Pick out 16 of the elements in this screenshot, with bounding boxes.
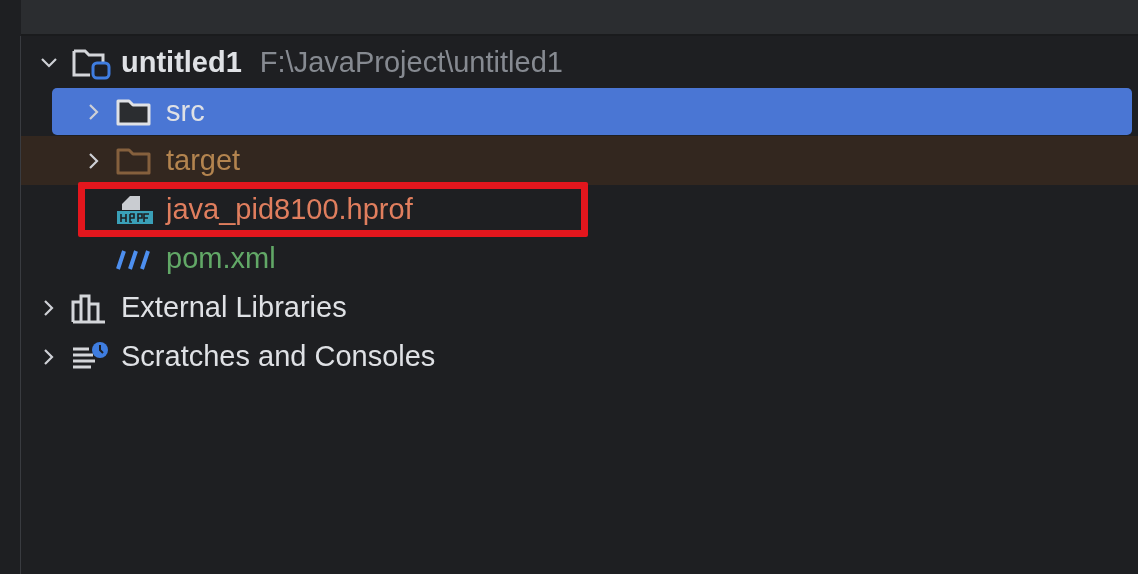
excluded-row[interactable]: target <box>21 136 1138 185</box>
node-name: Scratches and Consoles <box>121 340 436 373</box>
project-name: untitled1 <box>121 46 242 79</box>
tree-row[interactable]: untitled1 F:\JavaProject\untitled1 <box>21 38 1138 87</box>
selected-row[interactable]: src <box>21 87 1138 136</box>
tree-row[interactable]: External Libraries <box>21 283 1138 332</box>
tree-row[interactable]: java_pid8100.hprof <box>21 185 1138 234</box>
node-name: External Libraries <box>121 291 347 324</box>
folder-name: target <box>166 144 241 177</box>
project-path: F:\JavaProject\untitled1 <box>259 46 563 79</box>
file-name: pom.xml <box>166 242 276 275</box>
folder-name: src <box>166 95 205 128</box>
hprof-file-icon <box>116 193 156 226</box>
tree-row[interactable]: pom.xml <box>21 234 1138 283</box>
tree-row[interactable]: Scratches and Consoles <box>21 332 1138 381</box>
file-name: java_pid8100.hprof <box>166 193 413 226</box>
